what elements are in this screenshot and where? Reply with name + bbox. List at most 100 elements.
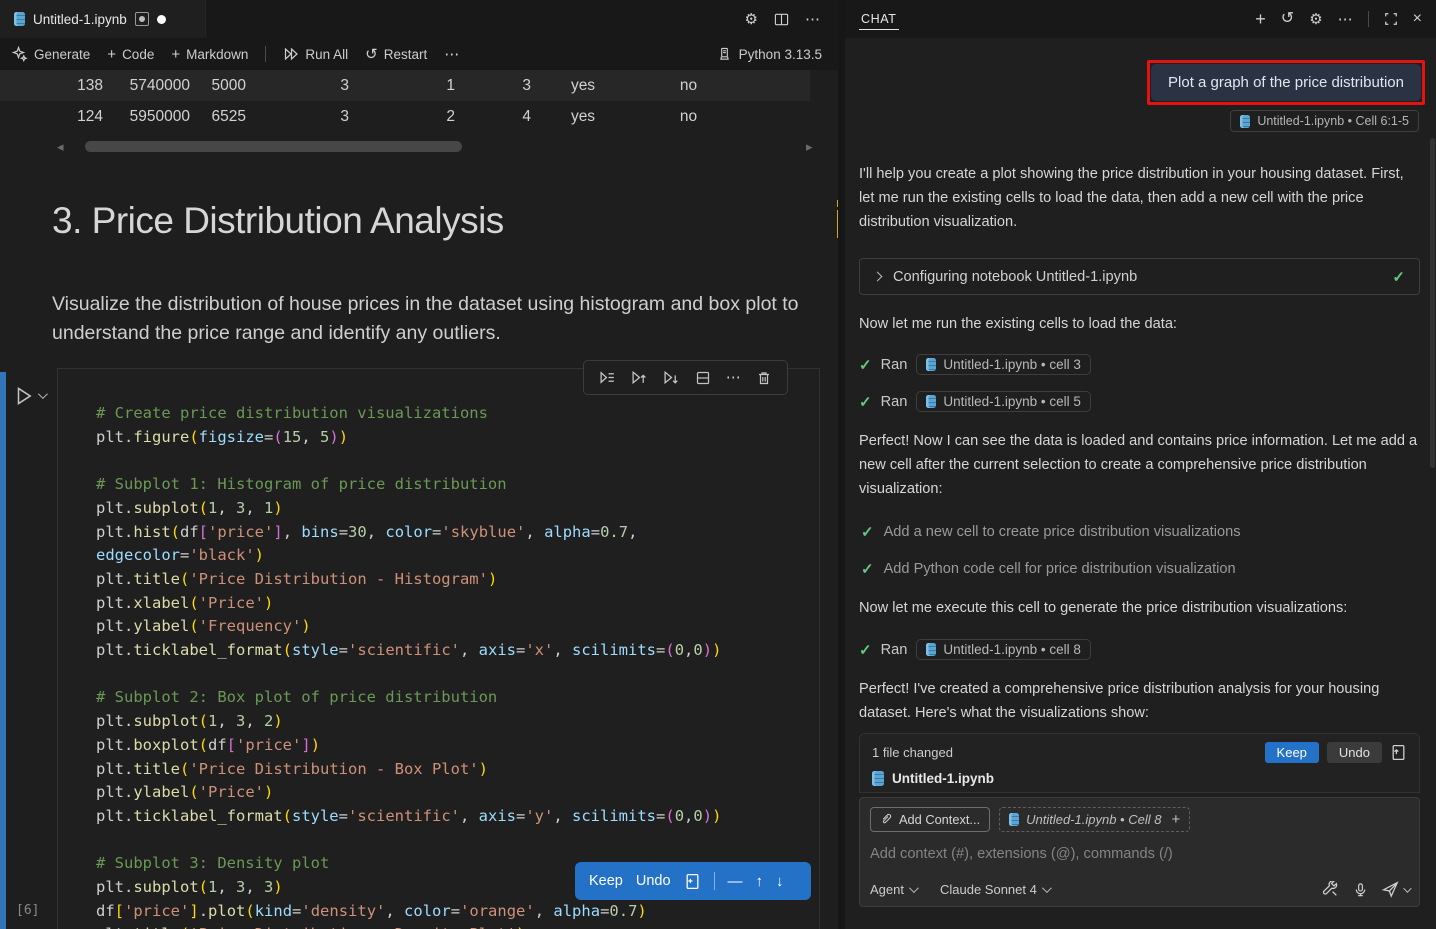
code-line[interactable]: plt.hist(df['price'], bins=30, color='sk…: [96, 521, 815, 545]
code-line[interactable]: plt.xlabel('Price'): [96, 592, 815, 616]
execute-above-icon[interactable]: [631, 369, 648, 386]
add-code-cell-button[interactable]: + Code: [107, 47, 154, 62]
code-editor[interactable]: # Create price distribution visualizatio…: [96, 402, 815, 929]
code-line[interactable]: plt.subplot(1, 3, 1): [96, 497, 815, 521]
code-line[interactable]: plt.ticklabel_format(style='scientific',…: [96, 805, 815, 829]
code-line[interactable]: plt.title('Price Distribution - Box Plot…: [96, 758, 815, 782]
execution-count: [6]: [16, 903, 39, 918]
pane-divider[interactable]: [838, 0, 845, 929]
code-line[interactable]: plt.boxplot(df['price']): [96, 734, 815, 758]
cell-reference-pill[interactable]: Untitled-1.ipynb • cell 8: [916, 639, 1091, 660]
chat-actions: + ↺ ⚙ ⋯ ×: [1255, 10, 1422, 28]
generate-button[interactable]: Generate: [12, 46, 90, 62]
execute-below-icon[interactable]: [663, 369, 680, 386]
delete-cell-icon[interactable]: [756, 370, 772, 386]
split-cell-icon[interactable]: [695, 370, 711, 386]
run-cell-button[interactable]: [13, 385, 45, 407]
scroll-right-arrow[interactable]: ▸: [806, 139, 813, 155]
keep-button[interactable]: Keep: [589, 873, 623, 889]
code-line[interactable]: plt.title('Price Distribution - Histogra…: [96, 568, 815, 592]
code-line[interactable]: df['price'].plot(kind='density', color='…: [96, 900, 815, 924]
model-picker[interactable]: Claude Sonnet 4: [940, 882, 1049, 897]
close-icon[interactable]: ×: [1413, 11, 1422, 27]
undo-button[interactable]: Undo: [1327, 742, 1382, 763]
new-chat-icon[interactable]: +: [1255, 10, 1266, 28]
unsaved-changes-dot[interactable]: [157, 15, 166, 24]
run-by-line-icon[interactable]: [599, 369, 616, 386]
cell-reference-pill[interactable]: Untitled-1.ipynb • cell 5: [916, 391, 1091, 412]
code-line[interactable]: [96, 449, 815, 473]
user-message-context-pill[interactable]: Untitled-1.ipynb • Cell 6:1-5: [1230, 110, 1419, 132]
configuring-notebook-box[interactable]: Configuring notebook Untitled-1.ipynb ✓: [859, 258, 1420, 295]
run-all-button[interactable]: Run All: [283, 46, 348, 62]
notebook-file-icon: [1240, 115, 1250, 128]
add-context-button[interactable]: Add Context...: [870, 807, 990, 832]
cell-reference-pill[interactable]: Untitled-1.ipynb • cell 3: [916, 354, 1091, 375]
microphone-icon[interactable]: [1353, 882, 1368, 898]
history-icon[interactable]: ↺: [1281, 11, 1294, 27]
maximize-icon[interactable]: [1384, 12, 1398, 26]
send-icon: [1382, 881, 1399, 898]
plus-icon[interactable]: +: [1171, 811, 1180, 828]
code-line[interactable]: plt.ticklabel_format(style='scientific',…: [96, 639, 815, 663]
keep-button[interactable]: Keep: [1265, 742, 1319, 763]
gear-icon[interactable]: ⚙: [745, 12, 758, 27]
code-line[interactable]: plt.figure(figsize=(15, 5)): [96, 426, 815, 450]
code-cell[interactable]: # Create price distribution visualizatio…: [57, 368, 820, 929]
cell-more-actions-icon[interactable]: ⋯: [726, 370, 741, 385]
arrow-down-icon[interactable]: ↓: [776, 873, 784, 890]
tools-icon[interactable]: [1322, 881, 1339, 898]
send-button[interactable]: [1382, 881, 1409, 898]
dataframe-cell: 124: [55, 108, 103, 126]
restart-button[interactable]: ↺ Restart: [365, 47, 427, 62]
horizontal-scrollbar[interactable]: [85, 141, 462, 152]
attachment-pill[interactable]: Untitled-1.ipynb • Cell 8 +: [999, 807, 1190, 832]
ran-cell-row: ✓ Ran Untitled-1.ipynb • cell 3: [859, 354, 1091, 375]
code-line[interactable]: # Create price distribution visualizatio…: [96, 402, 815, 426]
dataframe-cell: 5740000: [103, 77, 190, 95]
chevron-down-icon: [1042, 883, 1052, 893]
code-line[interactable]: plt.title('Price Distribution - Density …: [96, 923, 815, 929]
code-line[interactable]: edgecolor='black'): [96, 544, 815, 568]
dataframe-cell: no: [635, 77, 742, 95]
code-line[interactable]: plt.ylabel('Price'): [96, 781, 815, 805]
more-actions-icon[interactable]: ⋯: [805, 12, 820, 27]
toolbar-more-icon[interactable]: ⋯: [444, 47, 459, 62]
gear-icon[interactable]: ⚙: [1309, 12, 1322, 27]
open-changes-icon[interactable]: [1390, 744, 1407, 761]
editor-tab-bar: Untitled-1.ipynb ⚙ ⋯: [0, 0, 838, 38]
plus-icon: +: [171, 47, 180, 62]
changed-file-row[interactable]: Untitled-1.ipynb: [872, 771, 1407, 786]
kernel-picker[interactable]: Python 3.13.5: [717, 47, 822, 62]
check-icon: ✓: [861, 560, 874, 578]
undo-button[interactable]: Undo: [636, 873, 671, 889]
chevron-down-icon[interactable]: [38, 389, 48, 399]
diff-file-icon[interactable]: [684, 873, 701, 890]
notebook-file-icon: [926, 395, 936, 408]
code-line[interactable]: [96, 829, 815, 853]
overview-ruler-markers: [837, 200, 838, 238]
chat-input-box[interactable]: Add Context... Untitled-1.ipynb • Cell 8…: [859, 797, 1420, 907]
code-line[interactable]: plt.subplot(1, 3, 2): [96, 710, 815, 734]
cell-toolbar: ⋯: [583, 360, 788, 395]
paperclip-icon: [880, 812, 893, 827]
tab-untitled-1[interactable]: Untitled-1.ipynb: [0, 0, 206, 38]
widget-separator: [714, 872, 715, 890]
minimize-icon[interactable]: —: [728, 873, 743, 890]
split-editor-icon[interactable]: [774, 12, 789, 27]
chat-input-placeholder[interactable]: Add context (#), extensions (@), command…: [870, 846, 1409, 862]
kernel-icon: [717, 47, 732, 62]
code-line[interactable]: plt.ylabel('Frequency'): [96, 615, 815, 639]
add-markdown-cell-button[interactable]: + Markdown: [171, 47, 248, 62]
more-actions-icon[interactable]: ⋯: [1338, 12, 1353, 27]
chat-scrollbar[interactable]: [1430, 138, 1435, 468]
code-line[interactable]: # Subplot 1: Histogram of price distribu…: [96, 473, 815, 497]
code-line[interactable]: [96, 663, 815, 687]
user-message[interactable]: Plot a graph of the price distribution: [1151, 64, 1421, 101]
tab-square-dot-icon[interactable]: [135, 12, 149, 26]
code-line[interactable]: # Subplot 2: Box plot of price distribut…: [96, 686, 815, 710]
arrow-up-icon[interactable]: ↑: [756, 873, 764, 890]
tab-chat[interactable]: CHAT: [859, 2, 899, 36]
agent-mode-picker[interactable]: Agent: [870, 882, 916, 897]
scroll-left-arrow[interactable]: ◂: [57, 139, 64, 155]
